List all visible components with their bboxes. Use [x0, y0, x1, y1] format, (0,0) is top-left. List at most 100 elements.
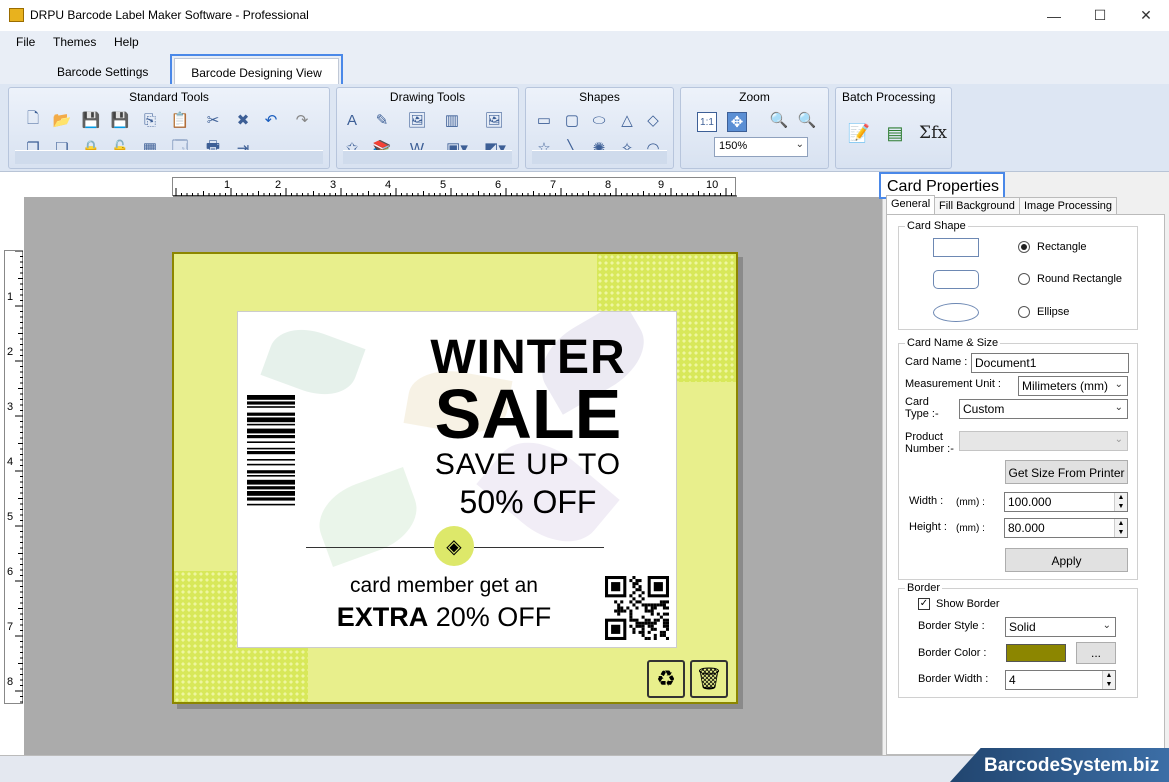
diamond-icon[interactable]: ◇ — [643, 110, 663, 130]
get-size-from-printer-button[interactable]: Get Size From Printer — [1005, 460, 1128, 484]
delete-icon[interactable]: ✖ — [233, 110, 253, 130]
zoom-out-icon[interactable]: 🔍 — [797, 110, 817, 130]
qr-module — [665, 618, 669, 622]
rectangle-label: Rectangle — [1037, 241, 1087, 253]
save-icon[interactable]: 💾 — [81, 110, 101, 130]
border-width-spinner-icon[interactable]: ▲ ▼ — [1102, 671, 1115, 689]
qr-module — [614, 609, 618, 613]
excel-import-icon[interactable]: ▤ — [883, 121, 907, 145]
barcode-bar — [247, 463, 295, 466]
height-spinner-icon[interactable]: ▲ ▼ — [1114, 519, 1127, 537]
height-input[interactable]: 80.000 ▲ ▼ — [1004, 518, 1128, 538]
qr-module — [638, 621, 642, 625]
qr-module — [641, 624, 645, 628]
border-color-picker-button[interactable]: ... — [1076, 642, 1116, 664]
qr-module — [632, 585, 636, 589]
formula-icon[interactable]: Σfx — [918, 121, 948, 145]
measurement-unit-select[interactable]: Milimeters (mm) ⌄ — [1018, 376, 1128, 396]
zoom-in-icon[interactable]: 🔍 — [769, 110, 789, 130]
qr-module — [629, 579, 633, 583]
group-title: Zoom — [739, 90, 770, 104]
barcode-bar — [247, 503, 295, 506]
maximize-button[interactable]: ☐ — [1077, 0, 1123, 31]
rectangle-icon[interactable]: ▭ — [534, 110, 554, 130]
qr-module — [620, 600, 624, 604]
tab-image-processing[interactable]: Image Processing — [1019, 197, 1118, 214]
qr-module — [632, 597, 636, 601]
pencil-icon[interactable]: ✎ — [372, 110, 392, 130]
rectangle-radio[interactable] — [1018, 241, 1030, 253]
product-number-select[interactable]: ⌄ — [959, 431, 1128, 451]
close-button[interactable]: ✕ — [1123, 0, 1169, 31]
undo-icon[interactable]: ↶ — [261, 110, 281, 130]
width-spinner-icon[interactable]: ▲ ▼ — [1114, 493, 1127, 511]
card-type-select[interactable]: Custom ⌄ — [959, 399, 1128, 419]
redo-icon[interactable]: ↷ — [292, 110, 312, 130]
qr-module — [620, 606, 624, 610]
qr-module — [632, 582, 636, 586]
qr-module — [659, 600, 663, 604]
chevron-down-icon: ⌄ — [795, 139, 804, 150]
open-icon[interactable]: 📂 — [52, 110, 72, 130]
round-rectangle-radio[interactable] — [1018, 273, 1030, 285]
save-as-icon[interactable]: 💾 — [110, 110, 130, 130]
qr-module — [638, 630, 642, 634]
barcode-bar — [247, 417, 295, 423]
tab-fill-background[interactable]: Fill Background — [934, 197, 1020, 214]
tab-barcode-settings[interactable]: Barcode Settings — [47, 58, 158, 84]
qr-module — [632, 627, 636, 631]
fit-to-window-icon[interactable]: ✥ — [727, 112, 747, 132]
batch-edit-icon[interactable]: 📝 — [847, 121, 871, 145]
rounded-rectangle-icon[interactable]: ▢ — [562, 110, 582, 130]
cut-icon[interactable]: ✂ — [203, 110, 223, 130]
border-color-swatch[interactable] — [1006, 644, 1066, 662]
poster-image[interactable]: WINTER SALE SAVE UP TO 50% OFF ◈ card me… — [237, 311, 677, 648]
menu-help[interactable]: Help — [114, 35, 139, 49]
zoom-select[interactable]: 150% ⌄ — [714, 137, 808, 157]
apply-button[interactable]: Apply — [1005, 548, 1128, 572]
chevron-down-icon: ⌄ — [1102, 620, 1111, 631]
ellipse-icon[interactable]: ⬭ — [589, 110, 609, 130]
chevron-down-icon: ⌄ — [1114, 379, 1123, 390]
extra-offer-text: EXTRA 20% OFF — [238, 602, 664, 633]
qr-module — [653, 633, 657, 637]
ellipse-label: Ellipse — [1037, 306, 1070, 318]
copy-icon[interactable]: ⎘ — [140, 110, 160, 130]
qr-module — [629, 624, 633, 628]
tab-barcode-designing-view[interactable]: Barcode Designing View — [170, 54, 343, 88]
card-type-label: Card Type :- — [905, 396, 939, 420]
qr-module — [629, 615, 633, 619]
barcode-bar — [247, 491, 295, 496]
menu-themes[interactable]: Themes — [53, 35, 96, 49]
label-card[interactable]: WINTER SALE SAVE UP TO 50% OFF ◈ card me… — [172, 252, 738, 704]
minimize-button[interactable]: — — [1031, 0, 1077, 31]
width-unit-label: (mm) : — [956, 497, 985, 508]
text-icon[interactable]: A — [342, 110, 362, 130]
border-width-input[interactable]: 4 ▲ ▼ — [1005, 670, 1116, 690]
width-input[interactable]: 100.000 ▲ ▼ — [1004, 492, 1128, 512]
show-border-checkbox[interactable]: ✓ — [918, 598, 930, 610]
actual-size-icon[interactable]: 1:1 — [697, 112, 717, 132]
ellipse-radio[interactable] — [1018, 306, 1030, 318]
qr-module — [647, 636, 651, 640]
shapes-group: Shapes ▭ ▢ ⬭ △ ◇ ☆ ╲ ✺ ✧ ◠ — [525, 87, 674, 169]
triangle-icon[interactable]: △ — [617, 110, 637, 130]
barcode-icon[interactable]: ▥ — [442, 110, 462, 130]
tab-general[interactable]: General — [886, 195, 936, 214]
barcode-bar — [247, 451, 295, 455]
new-icon[interactable]: 🗋 — [23, 110, 43, 130]
qr-module — [653, 627, 657, 631]
round-rectangle-label: Round Rectangle — [1037, 273, 1123, 285]
menu-file[interactable]: File — [16, 35, 35, 49]
barcode-bar — [247, 435, 295, 439]
border-style-select[interactable]: Solid ⌄ — [1005, 617, 1116, 637]
picture-icon[interactable]: 🖼 — [407, 110, 427, 130]
paste-icon[interactable]: 📋 — [170, 110, 190, 130]
image-library-icon[interactable]: 🖼 — [484, 110, 504, 130]
qr-module — [650, 624, 654, 628]
qr-module — [638, 594, 642, 598]
qr-module — [632, 618, 636, 622]
ruler-number: 6 — [495, 179, 502, 191]
card-name-input[interactable]: Document1 — [971, 353, 1129, 373]
barcode-bar — [247, 459, 295, 461]
